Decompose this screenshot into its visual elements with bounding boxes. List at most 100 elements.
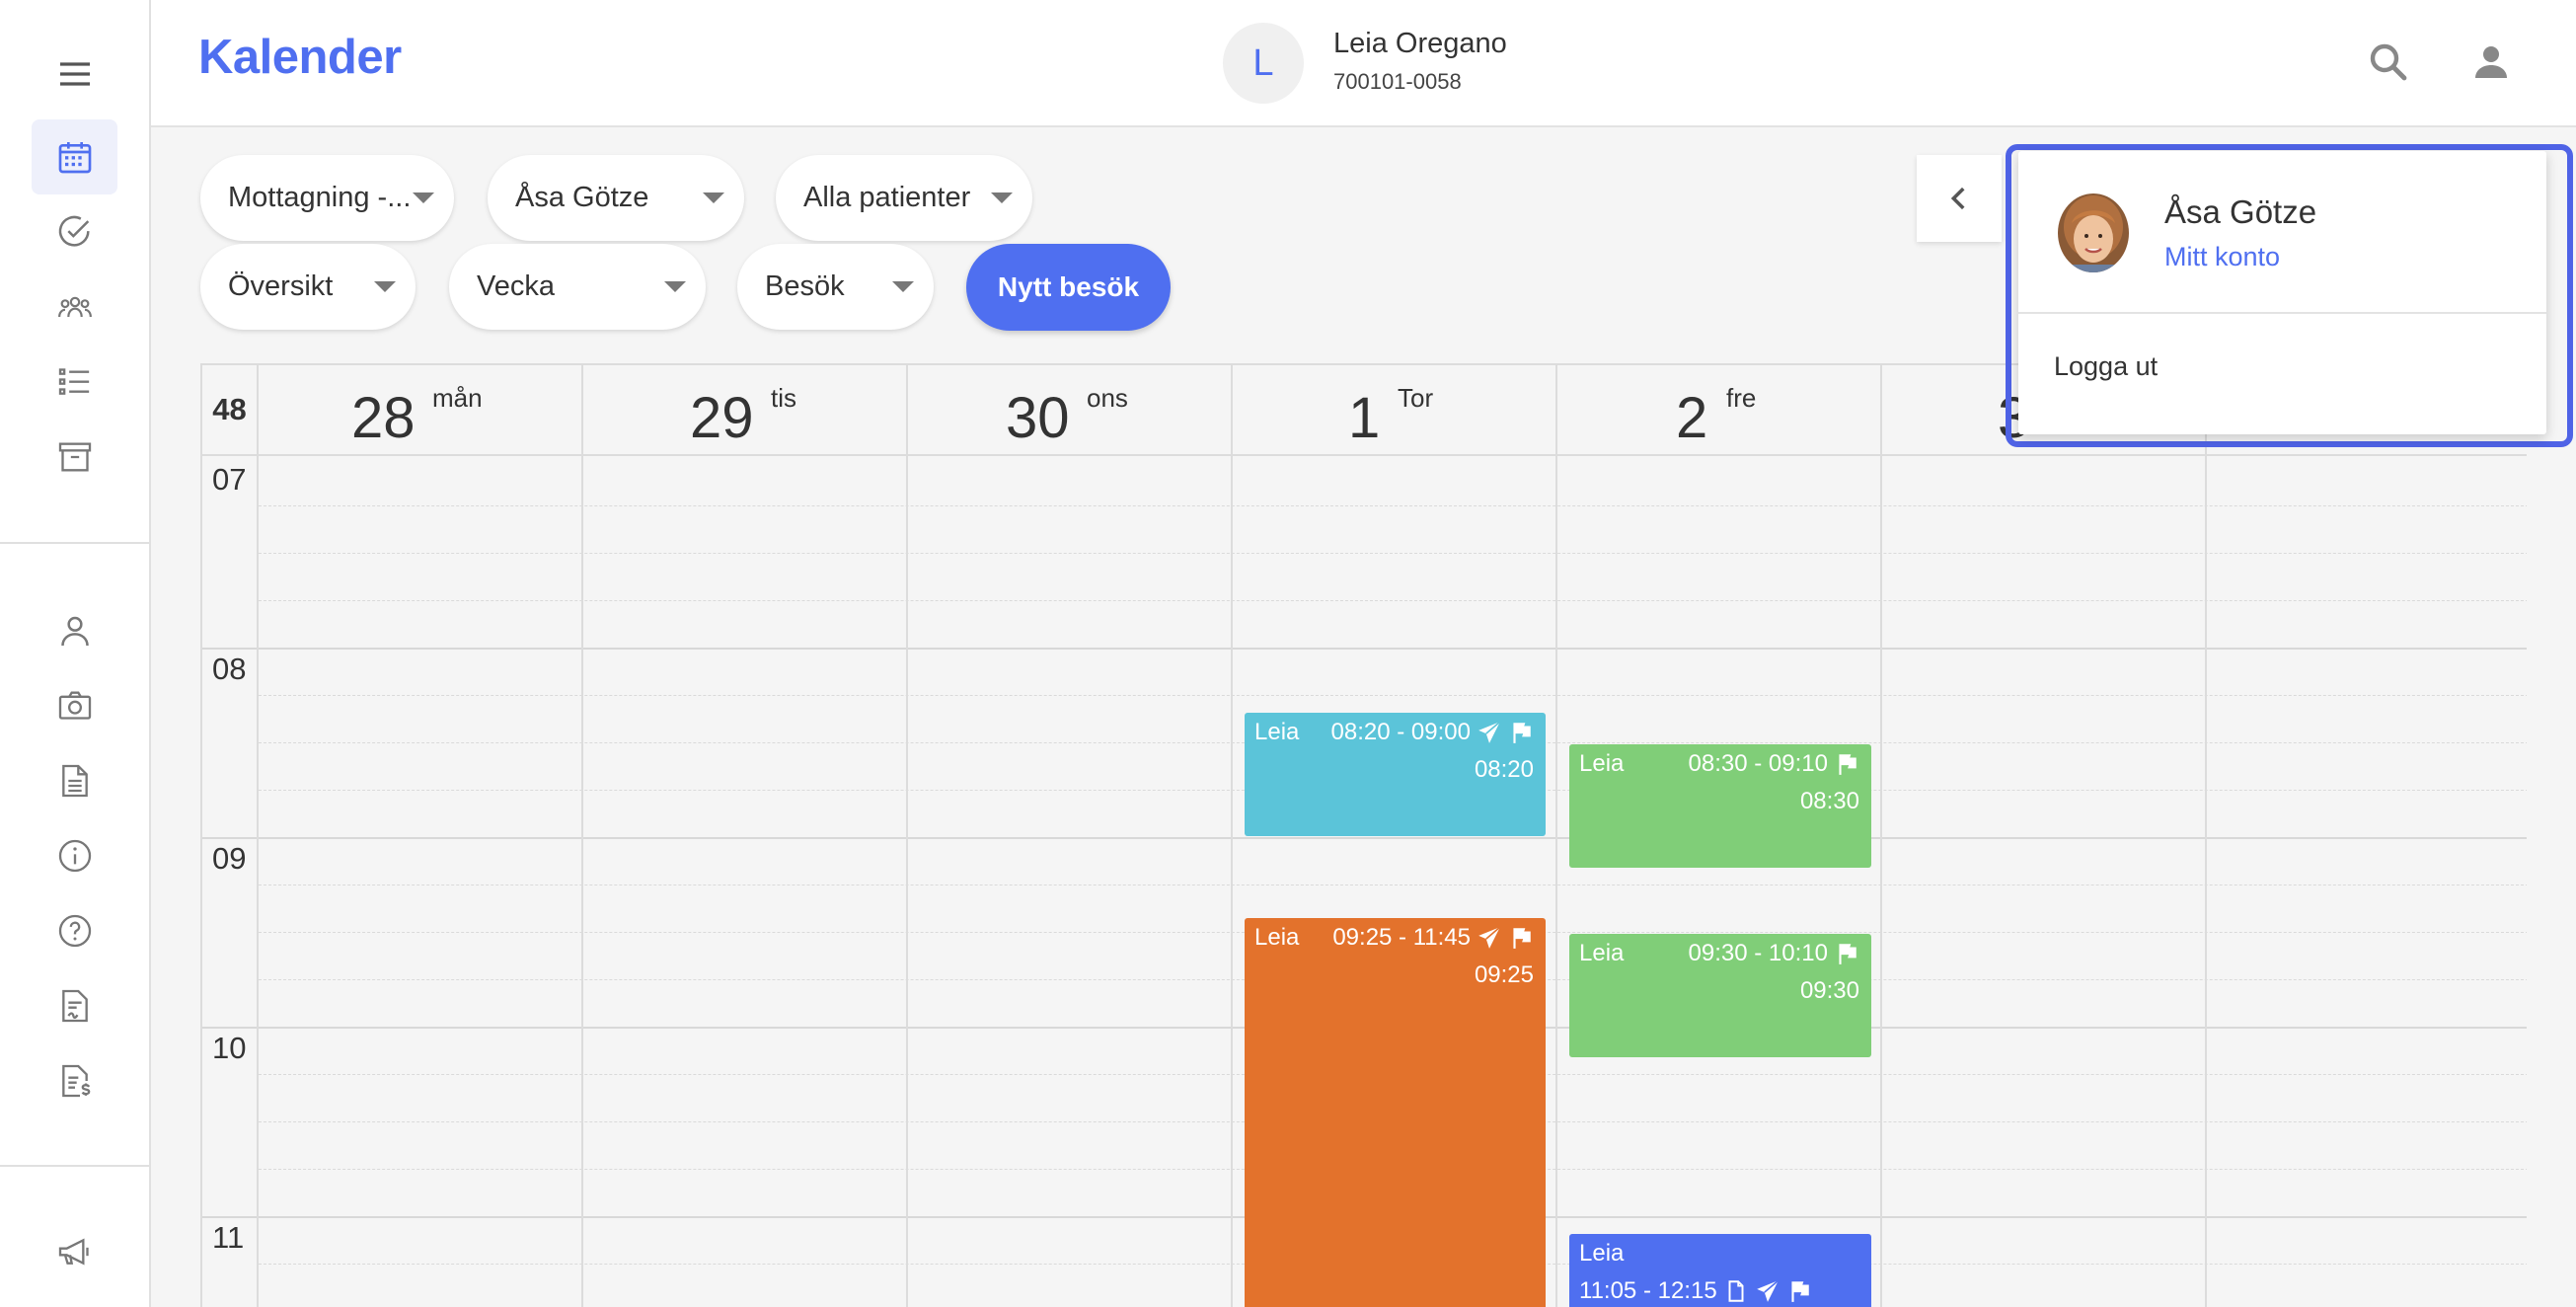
sidebar-item-archive[interactable] (32, 420, 117, 495)
range-select-value: Vecka (477, 270, 555, 302)
sidebar-item-groups[interactable] (32, 269, 117, 345)
help-icon (58, 914, 91, 948)
send-icon (1756, 1279, 1780, 1302)
day-header[interactable]: 30 ons (908, 365, 1233, 456)
caret-down-icon (892, 281, 914, 292)
hamburger-icon (59, 62, 90, 86)
day-column-line (906, 456, 908, 1307)
sidebar-divider (0, 542, 149, 544)
day-name: fre (1726, 383, 1757, 413)
document-icon (1728, 1280, 1744, 1302)
appointment-card[interactable]: Leia 09:25 - 11:45 09:25 (1245, 918, 1546, 1307)
sidebar-item-info[interactable] (32, 818, 117, 893)
user-name: Åsa Götze (2164, 193, 2317, 230)
chevron-left-icon (1950, 187, 1965, 210)
day-column-line (581, 456, 583, 1307)
day-header[interactable]: 1 Tor (1233, 365, 1557, 456)
time-column: 07 08 09 10 11 (202, 456, 259, 1307)
caret-down-icon (991, 192, 1013, 203)
account-icon (2475, 46, 2507, 78)
appointment-card[interactable]: Leia 09:30 - 10:10 09:30 (1569, 934, 1871, 1057)
patient-name[interactable]: Leia Oregano (1333, 28, 1507, 60)
patients-select-value: Alla patienter (803, 182, 971, 213)
appointment-time: 08:20 - 09:00 (1330, 719, 1471, 745)
week-number: 48 (202, 365, 259, 456)
page-title: Kalender (198, 31, 402, 84)
appointment-start-time: 09:30 (1799, 977, 1859, 1004)
account-button[interactable] (2462, 34, 2520, 91)
flag-icon (1791, 1281, 1809, 1302)
appointment-time-row: 08:30 - 09:10 (1689, 750, 1859, 778)
view-select[interactable]: Översikt (200, 244, 416, 330)
clinic-select-value: Mottagning -... (228, 182, 412, 213)
camera-icon (58, 691, 91, 720)
day-number: 30 (1006, 386, 1070, 450)
caret-down-icon (703, 192, 724, 203)
flag-icon (1513, 928, 1531, 949)
user-avatar (2058, 193, 2129, 272)
grid-line (259, 884, 2527, 885)
grid-line (202, 648, 2527, 650)
appointment-card[interactable]: Leia 08:20 - 09:00 08:20 (1245, 713, 1546, 836)
sidebar-item-photos[interactable] (32, 668, 117, 743)
practitioner-select-value: Åsa Götze (515, 182, 649, 213)
range-select[interactable]: Vecka (449, 244, 706, 330)
flag-icon (1839, 944, 1856, 964)
day-header[interactable]: 28 mån (259, 365, 583, 456)
sidebar-item-consents[interactable] (32, 968, 117, 1043)
type-select-value: Besök (765, 270, 845, 302)
view-select-value: Översikt (228, 270, 334, 302)
appointment-card[interactable]: Leia 08:30 - 09:10 08:30 (1569, 744, 1871, 868)
sidebar-item-help[interactable] (32, 893, 117, 968)
grid-line (202, 837, 2527, 839)
appointment-card[interactable]: Leia 11:05 - 12:15 (1569, 1234, 1871, 1307)
appointment-patient: Leia (1579, 1240, 1625, 1267)
practitioner-select[interactable]: Åsa Götze (488, 155, 744, 241)
info-icon (58, 839, 91, 873)
sidebar-divider (0, 1165, 149, 1167)
menu-button[interactable] (32, 37, 117, 112)
day-column-line (2205, 456, 2207, 1307)
sidebar-item-tasks[interactable] (32, 194, 117, 269)
sidebar-item-news[interactable] (32, 1214, 117, 1289)
search-button[interactable] (2360, 34, 2417, 91)
appointment-patient: Leia (1579, 940, 1625, 966)
type-select[interactable]: Besök (737, 244, 934, 330)
sidebar-item-invoices[interactable] (32, 1043, 117, 1118)
appointment-time: 11:05 - 12:15 (1579, 1277, 1717, 1304)
day-column-line (1231, 456, 1233, 1307)
day-header[interactable]: 29 tis (583, 365, 908, 456)
my-account-link[interactable]: Mitt konto (2164, 242, 2280, 272)
caret-down-icon (664, 281, 686, 292)
sidebar-item-calendar[interactable] (32, 119, 117, 194)
sidebar-item-patient[interactable] (32, 593, 117, 668)
day-number: 29 (690, 386, 754, 450)
list-icon (58, 368, 89, 395)
previous-week-button[interactable] (1917, 155, 2002, 242)
appointment-patient: Leia (1254, 719, 1300, 745)
patients-select[interactable]: Alla patienter (776, 155, 1032, 241)
grid-line (259, 695, 2527, 696)
sidebar (0, 0, 151, 1307)
new-visit-button[interactable]: Nytt besök (966, 244, 1171, 331)
flag-icon (1513, 723, 1531, 743)
clinic-select[interactable]: Mottagning -... (200, 155, 454, 241)
hour-label: 10 (212, 1031, 247, 1065)
day-number: 2 (1676, 386, 1708, 450)
patient-avatar[interactable]: L (1223, 23, 1304, 104)
sidebar-item-documents[interactable] (32, 743, 117, 818)
sidebar-item-list[interactable] (32, 345, 117, 420)
appointment-time-row: 09:25 - 11:45 (1332, 924, 1534, 952)
appointment-time: 09:25 - 11:45 (1332, 924, 1471, 951)
check-circle-icon (58, 215, 90, 247)
menu-divider (2018, 312, 2546, 314)
day-header[interactable]: 2 fre (1557, 365, 1882, 456)
megaphone-icon (58, 1238, 89, 1266)
day-name: ons (1087, 383, 1128, 413)
logout-menu-item[interactable]: Logga ut (2054, 351, 2158, 382)
hour-label: 09 (212, 841, 247, 876)
search-icon (2370, 43, 2407, 81)
appointment-start-time: 08:20 (1474, 756, 1534, 783)
day-name: tis (771, 383, 796, 413)
appointment-patient: Leia (1254, 924, 1300, 951)
